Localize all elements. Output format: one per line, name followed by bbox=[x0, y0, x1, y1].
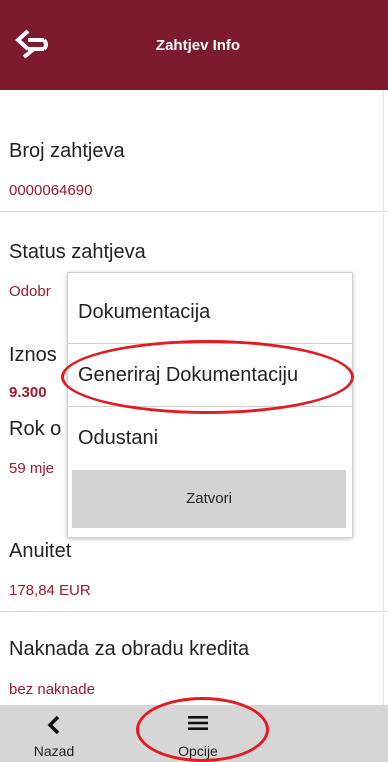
bottom-toolbar: Nazad Opcije bbox=[0, 705, 388, 762]
field-label: Anuitet bbox=[9, 540, 72, 562]
page-title: Zahtjev Info bbox=[155, 37, 241, 54]
field-value: 178,84 EUR bbox=[9, 582, 91, 599]
chevron-left-icon bbox=[47, 715, 60, 735]
field-value: Odobr bbox=[9, 283, 51, 300]
field-value: 59 mje bbox=[9, 460, 55, 477]
close-button[interactable]: Zatvori bbox=[72, 470, 346, 528]
field-label: Iznos bbox=[9, 344, 57, 366]
app-header: Zahtjev Info bbox=[0, 0, 388, 90]
divider bbox=[0, 611, 388, 612]
back-label: Nazad bbox=[33, 743, 75, 759]
field-label: Status zahtjeva bbox=[9, 241, 146, 263]
field-value: 9.300 bbox=[9, 384, 47, 401]
menu-item-dokumentacija[interactable]: Dokumentacija bbox=[68, 281, 352, 344]
scroll-edge bbox=[383, 90, 388, 705]
options-label: Opcije bbox=[178, 743, 218, 759]
menu-item-generiraj-dokumentaciju[interactable]: Generiraj Dokumentaciju bbox=[68, 344, 352, 407]
field-label: Broj zahtjeva bbox=[9, 140, 125, 162]
field-label: Rok o bbox=[9, 418, 62, 440]
menu-icon bbox=[188, 716, 208, 730]
field-label: Naknada za obradu kredita bbox=[9, 638, 250, 660]
menu-item-odustani[interactable]: Odustani bbox=[68, 407, 352, 470]
field-value: bez naknade bbox=[9, 681, 95, 698]
field-value: 0000064690 bbox=[9, 182, 93, 199]
back-button[interactable]: Nazad bbox=[24, 705, 84, 762]
divider bbox=[0, 211, 388, 212]
options-popup: Dokumentacija Generiraj Dokumentaciju Od… bbox=[67, 272, 353, 538]
options-button[interactable]: Opcije bbox=[168, 705, 228, 762]
